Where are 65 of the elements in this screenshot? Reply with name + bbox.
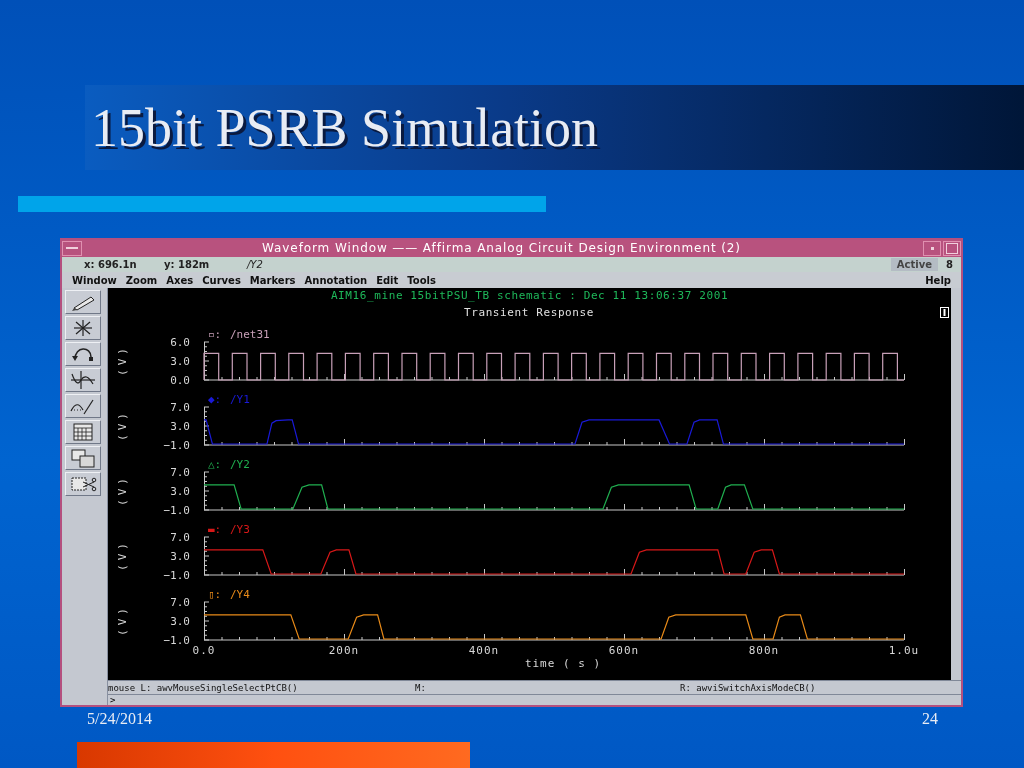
series-name: /Y1 bbox=[230, 393, 250, 406]
axis-label: (V) bbox=[116, 344, 129, 376]
panel-icon[interactable] bbox=[940, 306, 949, 318]
tick-label: 3.0 bbox=[170, 355, 190, 368]
window-number: 8 bbox=[946, 259, 953, 270]
mouse-binding-text: R: awviSwitchAxisModeCB() bbox=[680, 682, 817, 693]
trace-name: /Y2 bbox=[247, 259, 264, 270]
cursor-y-readout: y: 182m bbox=[164, 259, 211, 270]
axis-label: time ( s ) bbox=[524, 657, 602, 670]
tick-label: −1.0 bbox=[163, 634, 190, 647]
slide-title: 15bit PSRB Simulation bbox=[90, 96, 599, 159]
tick-label: 200n bbox=[328, 644, 360, 657]
series-name: /Y3 bbox=[230, 523, 250, 536]
cursor-x-readout: x: 696.1n bbox=[84, 259, 138, 270]
tick-label: 0.0 bbox=[170, 374, 190, 387]
tick-label: 6.0 bbox=[170, 336, 190, 349]
series-name: /Y4 bbox=[230, 588, 250, 601]
legend-marker: ▫: bbox=[208, 328, 222, 341]
tick-label: 1.0u bbox=[888, 644, 920, 657]
legend-marker: ▬: bbox=[208, 523, 222, 536]
tick-label: 7.0 bbox=[170, 531, 190, 544]
tick-label: 3.0 bbox=[170, 485, 190, 498]
tick-label: 400n bbox=[468, 644, 500, 657]
menu-item[interactable]: Edit bbox=[376, 274, 399, 286]
mouse-binding-text: mouse L: awvMouseSingleSelectPtCB() bbox=[108, 682, 299, 693]
axis-label: (V) bbox=[116, 409, 129, 441]
plot-header: AIM16_mine 15bitPSU_TB schematic : Dec 11 13:06:37 2001 bbox=[329, 289, 730, 302]
window-title: Waveform Window —— Affirma Analog Circuit Design Environment (2) bbox=[261, 241, 742, 256]
mouse-binding-text: M: bbox=[415, 682, 427, 693]
tick-label: −1.0 bbox=[163, 569, 190, 582]
axis-label: (V) bbox=[116, 539, 129, 571]
tick-label: −1.0 bbox=[163, 504, 190, 517]
tick-label: 7.0 bbox=[170, 466, 190, 479]
prompt-text: > bbox=[109, 695, 116, 705]
tick-label: 3.0 bbox=[170, 550, 190, 563]
menu-item[interactable]: Window bbox=[72, 274, 117, 286]
menu-item[interactable]: Axes bbox=[166, 274, 194, 286]
series-name: /net31 bbox=[230, 328, 270, 341]
minimize-button[interactable] bbox=[923, 240, 941, 256]
menu-item[interactable]: Tools bbox=[407, 274, 436, 286]
menu-item[interactable]: Help bbox=[925, 274, 951, 286]
menu-item[interactable]: Markers bbox=[249, 274, 296, 286]
series-name: /Y2 bbox=[230, 458, 250, 471]
tick-label: 3.0 bbox=[170, 615, 190, 628]
tick-label: −1.0 bbox=[163, 439, 190, 452]
tick-label: 0.0 bbox=[192, 644, 216, 657]
tick-label: 3.0 bbox=[170, 420, 190, 433]
window-menu-button[interactable] bbox=[62, 240, 82, 256]
menu-item[interactable]: Annotation bbox=[304, 274, 368, 286]
menu-item[interactable]: Curves bbox=[202, 274, 241, 286]
legend-marker: ◆: bbox=[208, 393, 222, 406]
menu-item[interactable]: Zoom bbox=[125, 274, 158, 286]
tick-label: 600n bbox=[608, 644, 640, 657]
mode-indicator: Active bbox=[890, 258, 939, 271]
axis-label: (V) bbox=[116, 604, 129, 636]
slide-number: 24 bbox=[922, 710, 938, 728]
plot-title: Transient Response bbox=[463, 305, 595, 319]
maximize-button[interactable] bbox=[943, 240, 961, 256]
tick-label: 7.0 bbox=[170, 401, 190, 414]
tick-label: 7.0 bbox=[170, 596, 190, 609]
legend-marker: △: bbox=[208, 458, 222, 471]
tick-label: 800n bbox=[748, 644, 780, 657]
slide-date: 5/24/2014 bbox=[87, 710, 152, 728]
axis-label: (V) bbox=[116, 474, 129, 506]
legend-marker: ▯: bbox=[208, 588, 222, 601]
